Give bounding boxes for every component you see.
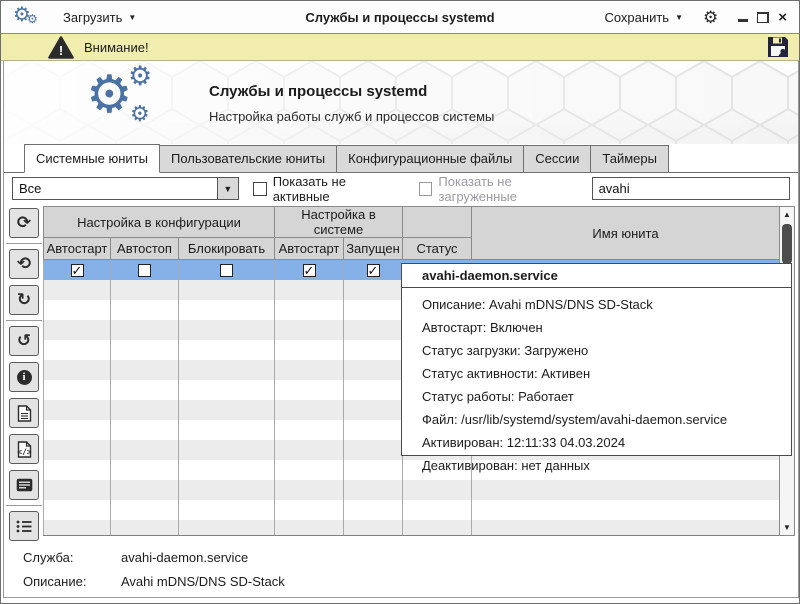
settings-gear-icon[interactable]: ⚙ — [703, 9, 718, 26]
journal-button[interactable] — [9, 470, 39, 500]
show-unloaded-label: Показать не загруженные — [438, 174, 591, 204]
title-bar: ⚙ ⚙ Загрузить ▼ Службы и процессы system… — [1, 1, 799, 34]
show-unloaded-group: Показать не загруженные — [419, 174, 592, 204]
tooltip-line: Описание: Avahi mDNS/DNS SD-Stack — [402, 298, 791, 311]
block-checkbox[interactable] — [220, 264, 233, 277]
warning-text: Внимание! — [84, 40, 149, 55]
save-file-icon[interactable] — [767, 36, 789, 58]
load-menu-button[interactable]: Загрузить ▼ — [57, 6, 142, 29]
table-row-empty[interactable] — [44, 520, 780, 537]
tooltip-line: Автостарт: Включен — [402, 321, 791, 334]
undo-icon: ↺ — [17, 331, 31, 351]
document-icon — [17, 405, 32, 422]
column-header-status[interactable]: Статус — [403, 238, 472, 260]
scroll-down-icon[interactable]: ▼ — [780, 520, 794, 535]
tab-system-units[interactable]: Системные юниты — [24, 144, 160, 173]
show-unloaded-checkbox[interactable] — [419, 182, 433, 196]
toolbar-sidebar: ⟳ ⟲ ↻ ↺ i < — [5, 205, 43, 544]
column-header-autostart-config[interactable]: Автостарт — [44, 238, 111, 260]
code-file-icon: </> — [17, 441, 32, 458]
filter-dropdown[interactable]: Все ▼ — [12, 177, 239, 200]
column-header-unit-name[interactable]: Имя юнита — [472, 207, 779, 260]
page-subtitle: Настройка работы служб и процессов систе… — [209, 109, 494, 124]
minimize-button[interactable] — [738, 19, 748, 22]
toolbar-separator — [6, 243, 42, 244]
page-header: ⚙ ⚙ ⚙ Службы и процессы systemd Настройк… — [4, 61, 798, 144]
tooltip-line: Деактивирован: нет данных — [402, 459, 791, 472]
edit-source-button[interactable]: </> — [9, 434, 39, 464]
tab-config-files[interactable]: Конфигурационные файлы — [336, 145, 524, 172]
toolbar-separator — [6, 320, 42, 321]
column-group-system: Настройка в системе — [275, 207, 403, 238]
service-value: avahi-daemon.service — [121, 550, 248, 565]
redo-button[interactable]: ↻ — [9, 285, 39, 315]
save-menu-label: Сохранить — [604, 10, 669, 25]
unit-tooltip: avahi-daemon.service Описание: Avahi mDN… — [401, 263, 792, 456]
warning-bar: ! Внимание! — [1, 34, 799, 61]
autostop-checkbox[interactable] — [138, 264, 151, 277]
chevron-down-icon: ▼ — [128, 13, 136, 22]
column-group-config: Настройка в конфигурации — [44, 207, 275, 238]
column-header-block[interactable]: Блокировать — [179, 238, 275, 260]
chevron-down-icon[interactable]: ▼ — [217, 178, 238, 199]
details-panel: Служба: avahi-daemon.service Описание: A… — [4, 541, 798, 589]
maximize-button[interactable] — [757, 12, 769, 23]
app-logo-gears-icon: ⚙ ⚙ ⚙ — [86, 67, 176, 139]
tooltip-title: avahi-daemon.service — [402, 264, 791, 288]
description-value: Avahi mDNS/DNS SD-Stack — [121, 574, 285, 589]
tooltip-line: Активирован: 12:11:33 04.03.2024 — [402, 436, 791, 449]
tab-sessions[interactable]: Сессии — [523, 145, 591, 172]
column-group-empty — [403, 207, 472, 238]
save-menu-button[interactable]: Сохранить ▼ — [598, 6, 689, 29]
tooltip-line: Статус работы: Работает — [402, 390, 791, 403]
load-menu-label: Загрузить — [63, 10, 122, 25]
close-button[interactable]: × — [778, 12, 787, 23]
search-input[interactable] — [592, 177, 790, 200]
tab-timers[interactable]: Таймеры — [590, 145, 669, 172]
running-checkbox[interactable]: ✓ — [367, 264, 380, 277]
service-label: Служба: — [23, 550, 121, 565]
unit-file-button[interactable] — [9, 398, 39, 428]
tooltip-line: Файл: /usr/lib/systemd/system/avahi-daem… — [402, 413, 791, 426]
console-icon — [16, 478, 33, 492]
app-gears-icon: ⚙ ⚙ — [13, 5, 43, 29]
dependencies-list-button[interactable] — [9, 511, 39, 541]
history-restore-button[interactable]: ⟲ — [9, 249, 39, 279]
tooltip-line: Статус загрузки: Загружено — [402, 344, 791, 357]
show-inactive-checkbox[interactable] — [253, 182, 267, 196]
list-icon — [16, 520, 32, 533]
refresh-button[interactable]: ⟳ — [9, 208, 39, 238]
autostart-config-checkbox[interactable]: ✓ — [71, 264, 84, 277]
tab-user-units[interactable]: Пользовательские юниты — [159, 145, 337, 172]
scroll-up-icon[interactable]: ▲ — [780, 207, 794, 222]
page-title: Службы и процессы systemd — [209, 83, 427, 100]
redo-icon: ↻ — [17, 290, 31, 310]
svg-text:</>: </> — [17, 447, 32, 456]
info-icon: i — [17, 370, 32, 385]
filter-bar: Все ▼ Показать не активные Показать не з… — [4, 173, 798, 204]
description-label: Описание: — [23, 574, 121, 589]
main-content: ⚙ ⚙ ⚙ Службы и процессы systemd Настройк… — [3, 61, 799, 598]
column-header-running[interactable]: Запущен — [344, 238, 403, 260]
column-header-autostart-system[interactable]: Автостарт — [275, 238, 344, 260]
tab-bar: Системные юниты Пользовательские юниты К… — [4, 144, 798, 173]
table-row-empty[interactable] — [44, 500, 780, 520]
table-row-empty[interactable] — [44, 480, 780, 500]
show-inactive-group: Показать не активные — [253, 174, 405, 204]
chevron-down-icon: ▼ — [675, 13, 683, 22]
undo-button[interactable]: ↺ — [9, 326, 39, 356]
info-button[interactable]: i — [9, 362, 39, 392]
history-icon: ⟲ — [17, 254, 31, 274]
warning-triangle-icon: ! — [48, 36, 74, 59]
svg-text:!: ! — [59, 43, 63, 58]
scrollbar-thumb[interactable] — [782, 224, 792, 264]
show-inactive-label: Показать не активные — [273, 174, 405, 204]
tooltip-line: Статус активности: Активен — [402, 367, 791, 380]
column-header-autostop[interactable]: Автостоп — [111, 238, 179, 260]
toolbar-separator — [6, 505, 42, 506]
refresh-icon: ⟳ — [17, 213, 31, 233]
autostart-system-checkbox[interactable]: ✓ — [303, 264, 316, 277]
app-window: ⚙ ⚙ Загрузить ▼ Службы и процессы system… — [0, 0, 800, 604]
filter-dropdown-value: Все — [13, 181, 217, 196]
